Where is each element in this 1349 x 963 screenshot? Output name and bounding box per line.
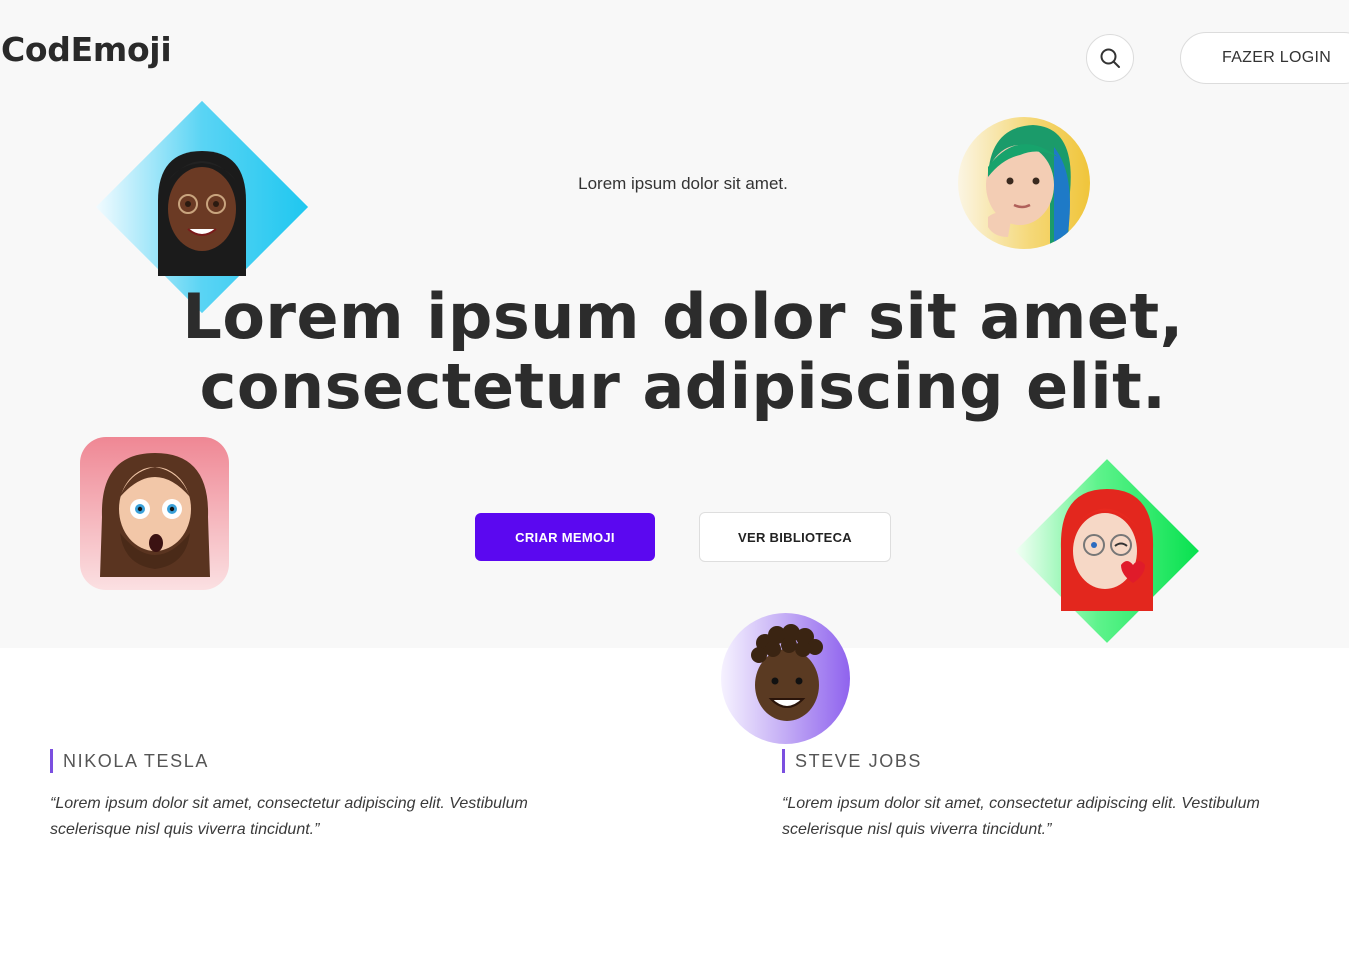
testimonial-card: NIKOLA TESLA “Lorem ipsum dolor sit amet… — [50, 749, 590, 843]
hero-headline: Lorem ipsum dolor sit amet, consectetur … — [0, 282, 1349, 422]
memoji-avatar-purple-circle — [721, 613, 850, 744]
hero-headline-line-1: Lorem ipsum dolor sit amet, — [182, 280, 1184, 353]
login-button[interactable]: FAZER LOGIN — [1180, 32, 1349, 84]
testimonial-quote: “Lorem ipsum dolor sit amet, consectetur… — [782, 795, 1260, 838]
create-memoji-button[interactable]: CRIAR MEMOJI — [475, 513, 655, 561]
testimonial-author: NIKOLA TESLA — [50, 749, 590, 773]
search-icon — [1099, 47, 1121, 69]
search-button[interactable] — [1086, 34, 1134, 82]
hero-headline-line-2: consectetur adipiscing elit. — [199, 350, 1167, 423]
testimonial-quote: “Lorem ipsum dolor sit amet, consectetur… — [50, 795, 528, 838]
logo[interactable]: CodEmoji — [1, 30, 172, 69]
view-library-button[interactable]: VER BIBLIOTECA — [699, 512, 891, 562]
memoji-avatar-pink-square — [80, 437, 229, 590]
testimonial-author: STEVE JOBS — [782, 749, 1322, 773]
memoji-avatar-green-diamond — [1015, 459, 1199, 643]
testimonial-card: STEVE JOBS “Lorem ipsum dolor sit amet, … — [782, 749, 1322, 843]
hero-kicker: Lorem ipsum dolor sit amet. — [578, 174, 788, 193]
